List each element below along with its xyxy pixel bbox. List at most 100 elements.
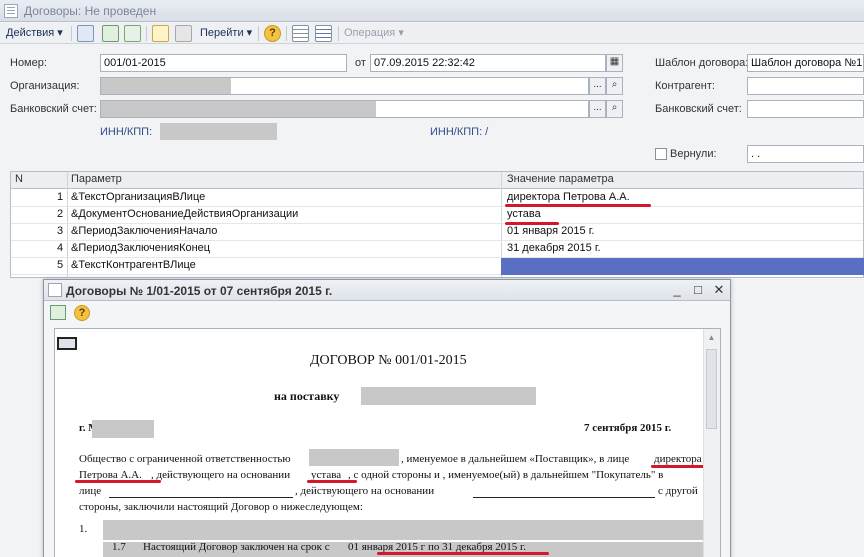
document-area: ДОГОВОР № 001/01-2015 на поставку г. М 7… xyxy=(54,328,721,557)
cell-cursor xyxy=(57,337,77,350)
bank-account-label: Банковский счет: xyxy=(10,103,97,115)
maximize-button[interactable]: □ xyxy=(689,282,707,299)
blank-line xyxy=(109,497,293,498)
returned-checkbox[interactable] xyxy=(655,148,667,160)
minimize-button[interactable]: _ xyxy=(668,282,686,299)
date-label: от xyxy=(355,57,366,69)
search-icon[interactable]: ⌕ xyxy=(606,77,623,95)
post-and-close-icon[interactable] xyxy=(77,25,94,42)
help-icon[interactable]: ? xyxy=(264,25,281,42)
close-button[interactable]: ✕ xyxy=(710,282,728,299)
selected-value-cell[interactable] xyxy=(501,258,864,275)
counterparty-bank-label: Банковский счет: xyxy=(655,103,742,115)
row-value: 31 декабря 2015 г. xyxy=(507,242,601,254)
doc-heading: ДОГОВОР № 001/01-2015 xyxy=(310,353,467,368)
toolbar-separator xyxy=(258,26,259,41)
doc-item17-text: Настоящий Договор заключен на срок с xyxy=(143,541,330,553)
organization-label: Организация: xyxy=(10,80,80,92)
inner-titlebar: Договоры № 1/01-2015 от 07 сентября 2015… xyxy=(44,280,730,301)
row-value: 01 января 2015 г. xyxy=(507,225,595,237)
redacted-company xyxy=(309,449,399,466)
goto-label: Перейти xyxy=(200,27,244,39)
toolbar-separator xyxy=(338,26,339,41)
header-n[interactable]: N xyxy=(15,173,23,185)
redacted-item1 xyxy=(103,520,703,540)
date-field[interactable]: 07.09.2015 22:32:42 xyxy=(370,54,606,72)
red-underline xyxy=(651,465,709,468)
table-row[interactable]: 3 &ПериодЗаключенияНачало 01 января 2015… xyxy=(11,224,863,241)
save-icon[interactable] xyxy=(102,25,119,42)
refresh-icon[interactable] xyxy=(124,25,141,42)
doc-p1-mid: , именуемое в дальнейшем «Поставщик», в … xyxy=(401,453,630,465)
toolbar-separator xyxy=(146,26,147,41)
doc-p1-end: директора xyxy=(654,453,702,465)
counterparty-label: Контрагент: xyxy=(655,80,715,92)
row-parameter: &ПериодЗаключенияКонец xyxy=(71,242,211,254)
inn-label: ИНН/КПП: xyxy=(100,126,153,138)
window-title: Договоры: Не проведен xyxy=(24,4,157,18)
inn2-label: ИНН/КПП: / xyxy=(430,126,489,138)
doc-p3-end: с другой xyxy=(658,485,698,497)
inner-window-title: Договоры № 1/01-2015 от 07 сентября 2015… xyxy=(66,284,333,298)
actions-menu[interactable]: Действия ▾ xyxy=(6,25,63,42)
row-value: устава xyxy=(507,208,541,220)
row-parameter: &ТекстОрганизацияВЛице xyxy=(71,191,206,203)
doc-date: 7 сентября 2015 г. xyxy=(584,422,672,434)
doc-p2-mid: , действующего на основании xyxy=(151,469,291,481)
template-field[interactable]: Шаблон договора №1 xyxy=(747,54,864,72)
row-parameter: &ТекстКонтрагентВЛице xyxy=(71,259,196,271)
table-row[interactable]: 1 &ТекстОрганизацияВЛице директора Петро… xyxy=(11,190,863,207)
redacted-city xyxy=(92,420,154,438)
goto-menu[interactable]: Перейти ▾ xyxy=(200,25,252,42)
scroll-up-icon[interactable]: ▲ xyxy=(706,333,717,343)
toolbar-separator xyxy=(71,26,72,41)
row-parameter: &ПериодЗаключенияНачало xyxy=(71,225,218,237)
operation-label: Операция xyxy=(344,27,396,39)
calendar-icon[interactable]: ▦ xyxy=(606,54,623,72)
redacted-subject xyxy=(361,387,536,405)
row-number: 5 xyxy=(57,259,64,271)
document-icon xyxy=(48,283,62,297)
doc-p3-start: лице xyxy=(79,485,102,497)
table-header: N Параметр Значение параметра xyxy=(11,172,863,189)
row-value: директора Петрова А.А. xyxy=(507,191,630,203)
scroll-thumb[interactable] xyxy=(706,349,717,429)
doc-p4: стороны, заключили настоящий Договор о н… xyxy=(79,501,363,513)
table-row[interactable]: 5 &ТекстКонтрагентВЛице xyxy=(11,258,864,275)
select-button[interactable]: ... xyxy=(589,100,606,118)
vertical-scrollbar[interactable]: ▲ xyxy=(703,329,720,557)
number-field[interactable]: 001/01-2015 xyxy=(100,54,347,72)
table-row[interactable]: 4 &ПериодЗаключенияКонец 31 декабря 2015… xyxy=(11,241,863,258)
toolbar: Действия ▾ Перейти ▾ ? Операция ▾ xyxy=(0,23,864,44)
red-underline xyxy=(505,222,559,225)
new-document-icon[interactable] xyxy=(152,25,169,42)
header-parameter[interactable]: Параметр xyxy=(71,173,122,185)
table-row[interactable]: 2 &ДокументОснованиеДействияОрганизации … xyxy=(11,207,863,224)
row-number: 2 xyxy=(57,208,64,220)
toolbar-separator xyxy=(286,26,287,41)
search-icon[interactable]: ⌕ xyxy=(606,100,623,118)
red-underline xyxy=(377,552,549,555)
help-icon[interactable]: ? xyxy=(74,305,90,321)
template-label: Шаблон договора: xyxy=(655,57,749,69)
row-number: 3 xyxy=(57,225,64,237)
red-underline xyxy=(505,204,651,207)
structure-icon[interactable] xyxy=(315,25,332,42)
row-number: 1 xyxy=(57,191,64,203)
list-icon[interactable] xyxy=(292,25,309,42)
counterparty-bank-field[interactable] xyxy=(747,100,864,118)
counterparty-field[interactable] xyxy=(747,77,864,95)
row-number: 4 xyxy=(57,242,64,254)
number-label: Номер: xyxy=(10,57,47,69)
returned-date-field[interactable]: . . xyxy=(747,145,864,163)
actions-label: Действия xyxy=(6,27,55,39)
print-form-window: Договоры № 1/01-2015 от 07 сентября 2015… xyxy=(43,279,731,557)
select-button[interactable]: ... xyxy=(589,77,606,95)
doc-p2-end: , с одной стороны и , именуемое(ый) в да… xyxy=(348,469,664,481)
header-value[interactable]: Значение параметра xyxy=(507,173,614,185)
print-icon[interactable] xyxy=(50,305,66,320)
copy-icon[interactable] xyxy=(175,25,192,42)
operation-menu[interactable]: Операция ▾ xyxy=(344,25,404,42)
document-icon xyxy=(4,4,18,18)
redacted-inn xyxy=(160,123,277,140)
